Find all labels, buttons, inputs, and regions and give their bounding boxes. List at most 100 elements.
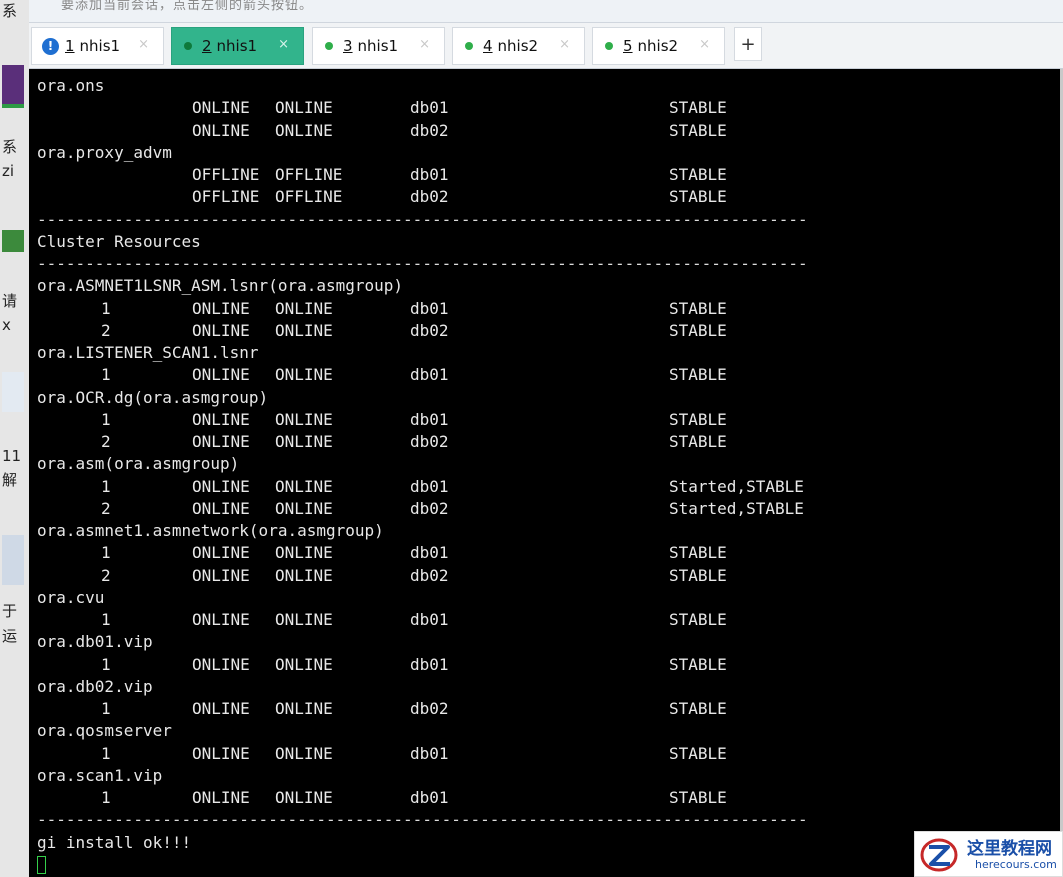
status-state: ONLINE xyxy=(275,543,333,563)
tab-session-1[interactable]: ! 1 nhis1 × xyxy=(31,27,164,65)
status-server: db02 xyxy=(410,498,449,518)
status-inst: 2 xyxy=(101,565,111,585)
status-target: ONLINE xyxy=(192,543,250,563)
resource-status-row: 1 ONLINE ONLINE db01 STABLE xyxy=(37,364,1047,386)
separator-line: ----------------------------------------… xyxy=(37,254,808,273)
tab-session-2[interactable]: 2 nhis1 × xyxy=(171,27,304,65)
status-state: ONLINE xyxy=(275,476,333,496)
new-tab-button[interactable]: + xyxy=(734,27,762,61)
close-icon[interactable]: × xyxy=(419,37,430,52)
status-inst: 2 xyxy=(101,498,111,518)
status-server: db02 xyxy=(410,432,449,451)
background-icon xyxy=(2,65,24,105)
close-icon[interactable]: × xyxy=(278,37,289,52)
resource-status-row: 1 ONLINE ONLINE db01 Started,STABLE xyxy=(37,476,1047,498)
status-inst: 1 xyxy=(101,476,111,496)
status-server: db01 xyxy=(410,476,449,496)
status-target: ONLINE xyxy=(192,610,250,629)
resource-status-row: 1 ONLINE ONLINE db01 STABLE xyxy=(37,654,1047,676)
status-inst: 1 xyxy=(101,298,111,318)
resource-status-row: 1 ONLINE ONLINE db01 STABLE xyxy=(37,542,1047,564)
status-details: STABLE xyxy=(669,320,727,340)
background-glyph: 系 xyxy=(2,2,18,20)
background-glyph: 请 xyxy=(2,292,18,310)
status-target: ONLINE xyxy=(192,699,250,718)
status-inst: 1 xyxy=(101,743,111,763)
status-inst: 1 xyxy=(101,409,111,429)
background-desktop-strip: 系系 zi 请 x 11 解于运 xyxy=(0,0,29,877)
resource-status-row: 2 ONLINE ONLINE db02 STABLE xyxy=(37,320,1047,342)
status-server: db01 xyxy=(410,409,449,429)
close-icon[interactable]: × xyxy=(559,37,570,52)
resource-name-line: ora.proxy_advm xyxy=(37,142,172,162)
status-details: STABLE xyxy=(669,565,727,585)
status-details: STABLE xyxy=(669,409,727,429)
status-target: ONLINE xyxy=(192,476,250,496)
resource-name-line: ora.db02.vip xyxy=(37,676,153,696)
session-tab-bar: ! 1 nhis1 × 2 nhis1 × 3 nhis1 × 4 nhis2 × 5 nhis2 × + xyxy=(29,23,1063,69)
resource-status-row: 1 ONLINE ONLINE db01 STABLE xyxy=(37,787,1047,809)
terminal-output[interactable]: ora.ons ONLINE ONLINE db01 STABLE ONLINE ONLIN… xyxy=(29,69,1063,877)
status-details: STABLE xyxy=(669,654,727,674)
status-state: ONLINE xyxy=(275,120,333,140)
status-details: STABLE xyxy=(669,610,727,629)
tab-label: nhis2 xyxy=(637,37,679,55)
status-target: ONLINE xyxy=(192,498,250,518)
status-target: ONLINE xyxy=(192,120,250,140)
status-target: ONLINE xyxy=(192,409,250,429)
status-state: ONLINE xyxy=(275,498,333,518)
tab-session-5[interactable]: 5 nhis2 × xyxy=(592,27,725,65)
resource-status-row: 1 ONLINE ONLINE db02 STABLE xyxy=(37,698,1047,720)
status-server: db01 xyxy=(410,165,449,184)
status-details: Started,STABLE xyxy=(669,476,804,496)
background-glyph: x xyxy=(2,316,11,334)
status-inst: 1 xyxy=(101,654,111,674)
resource-status-row: 2 ONLINE ONLINE db02 Started,STABLE xyxy=(37,498,1047,520)
status-state: ONLINE xyxy=(275,365,333,385)
status-server: db01 xyxy=(410,98,449,118)
status-state: ONLINE xyxy=(275,610,333,629)
status-server: db02 xyxy=(410,187,449,207)
watermark-subtitle: herecours.com xyxy=(975,858,1057,871)
terminal-cursor xyxy=(37,855,46,874)
status-state: ONLINE xyxy=(275,788,333,807)
status-details: STABLE xyxy=(669,165,727,184)
status-server: db01 xyxy=(410,543,449,563)
resource-status-row: 1 ONLINE ONLINE db01 STABLE xyxy=(37,743,1047,765)
connection-status-icon xyxy=(605,42,613,50)
tab-session-4[interactable]: 4 nhis2 × xyxy=(452,27,585,65)
background-icon xyxy=(2,104,24,108)
background-glyph: 运 xyxy=(2,627,18,645)
status-target: OFFLINE xyxy=(192,187,260,207)
resource-name-line: ora.OCR.dg(ora.asmgroup) xyxy=(37,387,269,407)
resource-name-line: ora.qosmserver xyxy=(37,721,172,741)
separator-line: ----------------------------------------… xyxy=(37,810,808,830)
status-details: STABLE xyxy=(669,788,727,807)
status-details: STABLE xyxy=(669,699,727,718)
watermark-logo: 这里教程网 herecours.com xyxy=(914,831,1063,877)
status-target: ONLINE xyxy=(192,788,250,807)
session-hint-bar: 要添加当前会话，点击左侧的箭头按钮。 xyxy=(29,0,1063,23)
background-icon xyxy=(2,230,24,252)
resource-name-line: gi install ok!!! xyxy=(37,832,192,852)
background-icon xyxy=(2,372,24,412)
status-target: ONLINE xyxy=(192,654,250,674)
status-target: ONLINE xyxy=(192,320,250,340)
status-state: ONLINE xyxy=(275,409,333,429)
resource-status-row: 1 ONLINE ONLINE db01 STABLE xyxy=(37,409,1047,431)
status-target: ONLINE xyxy=(192,365,250,385)
tab-session-3[interactable]: 3 nhis1 × xyxy=(312,27,445,65)
tab-number: 4 xyxy=(483,37,493,55)
resource-name-line: ora.LISTENER_SCAN1.lsnr xyxy=(37,343,259,362)
resource-status-row: 2 ONLINE ONLINE db02 STABLE xyxy=(37,565,1047,587)
tab-label: nhis1 xyxy=(79,37,121,55)
status-details: STABLE xyxy=(669,743,727,763)
connection-status-icon xyxy=(465,42,473,50)
status-server: db01 xyxy=(410,298,449,318)
close-icon[interactable]: × xyxy=(138,37,149,52)
close-icon[interactable]: × xyxy=(699,37,710,52)
separator-line: ----------------------------------------… xyxy=(37,209,808,229)
status-server: db02 xyxy=(410,320,449,340)
resource-name-line: ora.asmnet1.asmnetwork(ora.asmgroup) xyxy=(37,521,384,540)
resource-name-line: ora.asm(ora.asmgroup) xyxy=(37,454,240,474)
